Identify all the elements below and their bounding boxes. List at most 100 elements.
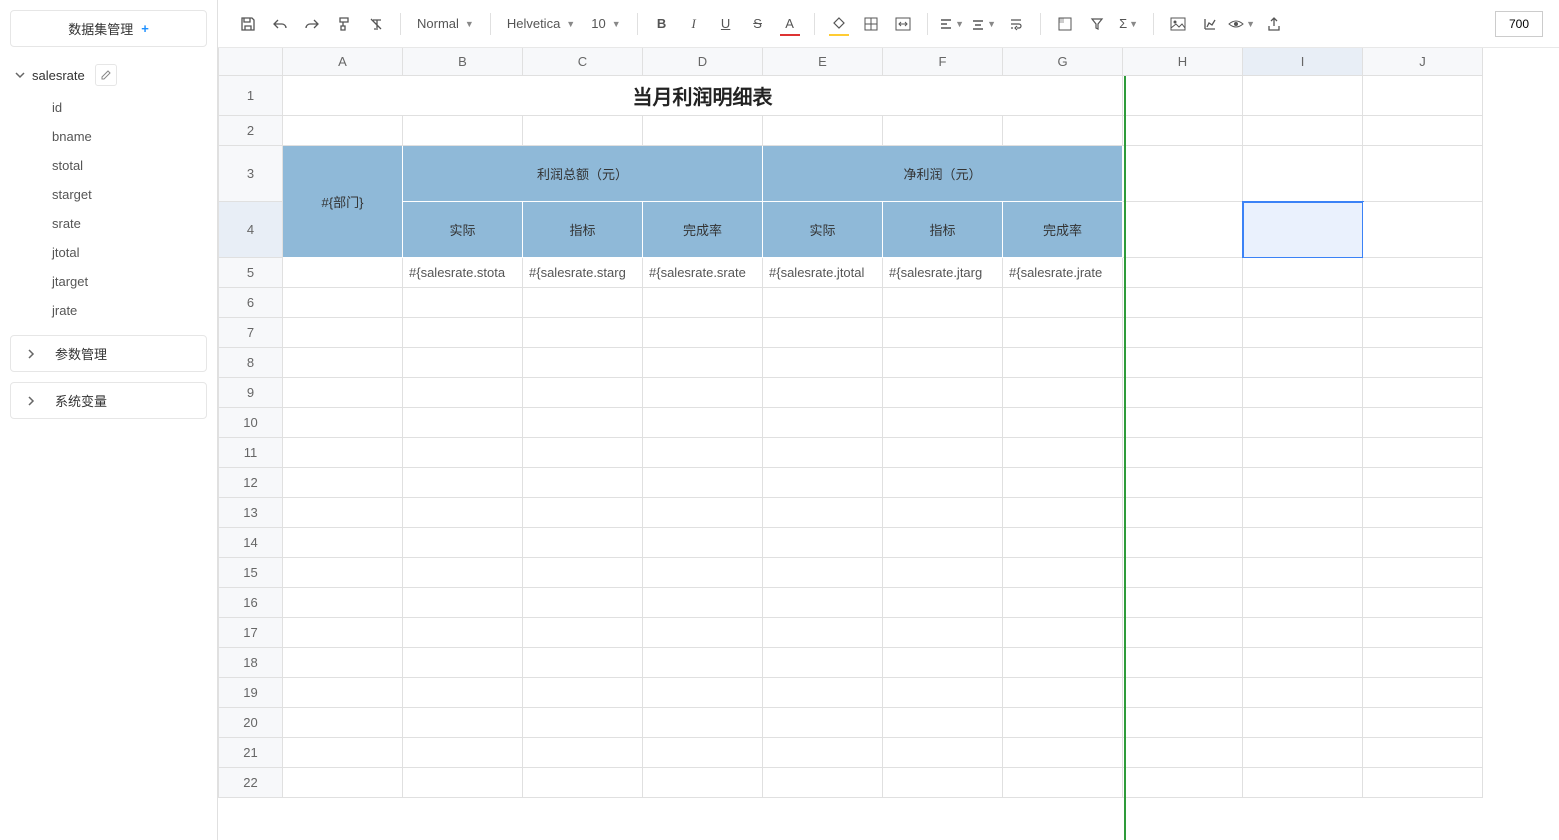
- cell[interactable]: [1003, 348, 1123, 378]
- cell[interactable]: [1243, 558, 1363, 588]
- cell[interactable]: [1363, 468, 1483, 498]
- col-header[interactable]: A: [283, 48, 403, 76]
- row-header[interactable]: 1: [218, 76, 283, 116]
- header-cell-actual[interactable]: 实际: [763, 202, 883, 258]
- data-cell[interactable]: #{salesrate.jrate: [1003, 258, 1123, 288]
- cell[interactable]: [1243, 348, 1363, 378]
- cell[interactable]: [1003, 678, 1123, 708]
- cell[interactable]: [1243, 588, 1363, 618]
- cell[interactable]: [763, 438, 883, 468]
- cell[interactable]: [1363, 708, 1483, 738]
- cell[interactable]: [523, 318, 643, 348]
- cell[interactable]: [403, 768, 523, 798]
- cell[interactable]: [403, 318, 523, 348]
- header-cell-actual[interactable]: 实际: [403, 202, 523, 258]
- cell[interactable]: [1363, 438, 1483, 468]
- cell[interactable]: [523, 116, 643, 146]
- cell[interactable]: [1123, 558, 1243, 588]
- formula-icon[interactable]: Σ▼: [1115, 10, 1143, 38]
- cell[interactable]: [883, 116, 1003, 146]
- cell[interactable]: [1123, 146, 1243, 202]
- cell[interactable]: [1003, 528, 1123, 558]
- cell[interactable]: [883, 348, 1003, 378]
- cell[interactable]: [283, 708, 403, 738]
- cell[interactable]: [1003, 498, 1123, 528]
- cell[interactable]: [883, 498, 1003, 528]
- style-select[interactable]: Normal▼: [411, 10, 480, 38]
- cell[interactable]: [763, 348, 883, 378]
- cell[interactable]: [763, 318, 883, 348]
- strikethrough-icon[interactable]: S: [744, 10, 772, 38]
- data-cell[interactable]: #{salesrate.stota: [403, 258, 523, 288]
- col-header[interactable]: E: [763, 48, 883, 76]
- cell[interactable]: [283, 558, 403, 588]
- export-icon[interactable]: [1260, 10, 1288, 38]
- italic-icon[interactable]: I: [680, 10, 708, 38]
- size-select[interactable]: 10▼: [585, 10, 626, 38]
- cell[interactable]: [643, 408, 763, 438]
- image-icon[interactable]: [1164, 10, 1192, 38]
- cell[interactable]: [1003, 468, 1123, 498]
- cell[interactable]: [283, 618, 403, 648]
- row-header[interactable]: 8: [218, 348, 283, 378]
- row-header[interactable]: 20: [218, 708, 283, 738]
- cell[interactable]: [1123, 468, 1243, 498]
- cell[interactable]: [403, 348, 523, 378]
- row-header[interactable]: 11: [218, 438, 283, 468]
- cell[interactable]: [523, 438, 643, 468]
- cell[interactable]: [1363, 618, 1483, 648]
- bold-icon[interactable]: B: [648, 10, 676, 38]
- cell[interactable]: [1243, 408, 1363, 438]
- cell[interactable]: [643, 678, 763, 708]
- cell[interactable]: [523, 558, 643, 588]
- cell[interactable]: [763, 738, 883, 768]
- cell[interactable]: [883, 708, 1003, 738]
- field-item[interactable]: jtotal: [10, 238, 207, 267]
- cell[interactable]: [1243, 468, 1363, 498]
- cell[interactable]: [1123, 738, 1243, 768]
- edit-icon[interactable]: [95, 64, 117, 86]
- cell[interactable]: [523, 708, 643, 738]
- cell[interactable]: [283, 678, 403, 708]
- cell[interactable]: [1363, 768, 1483, 798]
- cell[interactable]: [523, 528, 643, 558]
- cell[interactable]: [1243, 648, 1363, 678]
- cell[interactable]: [403, 408, 523, 438]
- header-cell-dept[interactable]: #{部门}: [283, 146, 403, 258]
- cell[interactable]: [1123, 528, 1243, 558]
- save-icon[interactable]: [234, 10, 262, 38]
- cell[interactable]: [883, 678, 1003, 708]
- cell[interactable]: [1363, 288, 1483, 318]
- cell[interactable]: [403, 558, 523, 588]
- cell[interactable]: [1243, 528, 1363, 558]
- cell[interactable]: [643, 348, 763, 378]
- cell[interactable]: [643, 378, 763, 408]
- cell[interactable]: [883, 588, 1003, 618]
- cell[interactable]: [1243, 116, 1363, 146]
- cell[interactable]: [1243, 738, 1363, 768]
- filter-icon[interactable]: [1083, 10, 1111, 38]
- cell[interactable]: [523, 378, 643, 408]
- cell[interactable]: [1363, 116, 1483, 146]
- header-cell-rate[interactable]: 完成率: [1003, 202, 1123, 258]
- cell[interactable]: [1003, 738, 1123, 768]
- cell[interactable]: [1363, 146, 1483, 202]
- param-mgmt-button[interactable]: 参数管理: [10, 335, 207, 372]
- cell[interactable]: [643, 618, 763, 648]
- field-item[interactable]: srate: [10, 209, 207, 238]
- row-header[interactable]: 2: [218, 116, 283, 146]
- cell[interactable]: [763, 588, 883, 618]
- row-header[interactable]: 19: [218, 678, 283, 708]
- cell[interactable]: [1363, 76, 1483, 116]
- cell[interactable]: [1123, 202, 1243, 258]
- row-header[interactable]: 15: [218, 558, 283, 588]
- cell[interactable]: [523, 468, 643, 498]
- cell[interactable]: [403, 438, 523, 468]
- cell[interactable]: [1123, 498, 1243, 528]
- cell[interactable]: [763, 618, 883, 648]
- spreadsheet[interactable]: A B C D E F G H I J 1 当月利润明细表 2 3 #{部门} …: [218, 48, 1559, 840]
- cell[interactable]: [523, 678, 643, 708]
- cell[interactable]: [283, 528, 403, 558]
- cell[interactable]: [283, 498, 403, 528]
- cell[interactable]: [643, 288, 763, 318]
